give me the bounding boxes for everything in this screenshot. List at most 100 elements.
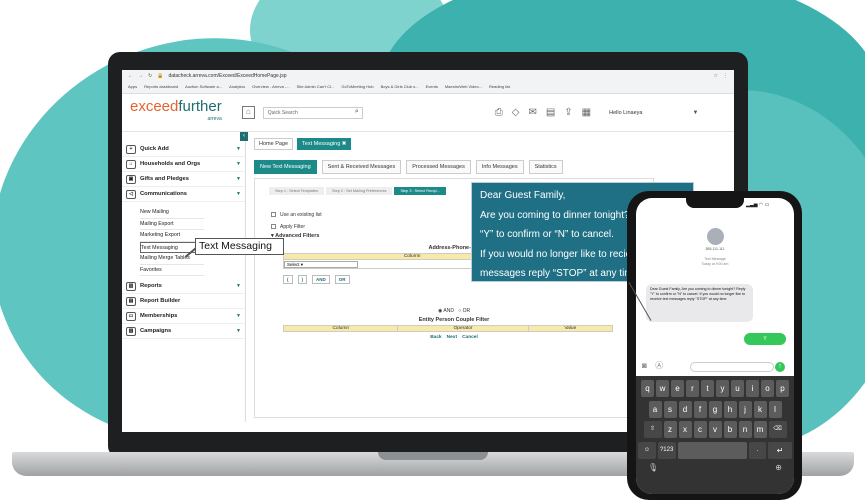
sidebar-item-households[interactable]: ⌂ Households and Orgs ▼ — [122, 157, 245, 172]
wizard-step[interactable]: Step 3 : Select Recipi... — [394, 187, 446, 195]
submenu-favorites[interactable]: Favorites — [140, 265, 204, 276]
sidebar-item-reports[interactable]: ▥ Reports ▼ — [122, 279, 245, 294]
sidebar-item-memberships[interactable]: ▭ Memberships ▼ — [122, 309, 245, 324]
next-button[interactable]: Next — [447, 335, 457, 340]
sidebar-item-gifts[interactable]: ▣ Gifts and Pledges ▼ — [122, 172, 245, 187]
key[interactable]: k — [753, 400, 767, 418]
close-icon[interactable]: ✖ — [342, 141, 347, 147]
sidebar-item-campaigns[interactable]: ▧ Campaigns ▼ — [122, 324, 245, 339]
key[interactable]: f — [693, 400, 707, 418]
subtab-processed[interactable]: Processed Messages — [406, 160, 471, 174]
upload-icon[interactable]: ⇪ — [564, 107, 572, 118]
camera-icon[interactable]: ◙ — [642, 361, 647, 370]
sidebar-item-report-builder[interactable]: ▤ Report Builder — [122, 294, 245, 309]
key[interactable]: a — [648, 400, 662, 418]
bookmark[interactable]: GoToMeeting Hub — [341, 84, 373, 89]
key[interactable]: y — [716, 380, 729, 397]
logo[interactable]: exceedfurther arreva — [130, 99, 222, 126]
space-key[interactable] — [677, 441, 747, 459]
document-icon[interactable]: ▤ — [546, 107, 555, 118]
bookmark[interactable]: Reports dashboard — [144, 84, 178, 89]
submenu-mailing-export[interactable]: Mailing Export — [140, 219, 204, 230]
or-button[interactable]: OR — [334, 275, 350, 284]
subtab-new-text-messaging[interactable]: New Text Messaging — [254, 160, 317, 174]
key[interactable]: t — [701, 380, 714, 397]
key[interactable]: m — [753, 421, 767, 438]
tab-text-messaging[interactable]: Text Messaging ✖ — [297, 138, 352, 150]
tab-home-page[interactable]: Home Page — [254, 138, 294, 150]
key[interactable]: l — [768, 400, 782, 418]
open-paren-button[interactable]: ( — [283, 275, 293, 284]
user-greeting[interactable]: Hello Linaeya — [609, 110, 642, 116]
home-icon[interactable]: ⌂ — [241, 106, 255, 119]
message-input[interactable] — [690, 362, 774, 372]
and-or-radio[interactable]: ◉ AND ○ OR — [255, 308, 653, 314]
forward-icon[interactable]: → — [138, 73, 143, 79]
globe-icon[interactable]: ⊕ — [775, 463, 782, 472]
bookmark[interactable]: Site Admin Can't Cl... — [297, 84, 335, 89]
key[interactable]: v — [708, 421, 722, 438]
shift-icon[interactable]: ⇧ — [643, 421, 662, 438]
microphone-icon[interactable]: 🎙 — [648, 463, 658, 472]
wizard-step[interactable]: Step 2 : Set Mailing Preferences — [326, 187, 393, 195]
wizard-step[interactable]: Step 1 : Select Templates — [269, 187, 324, 195]
envelope-icon[interactable]: ✉ — [528, 107, 536, 118]
key[interactable]: r — [686, 380, 699, 397]
bookmark[interactable]: Auction Software a... — [185, 84, 222, 89]
back-icon[interactable]: ← — [128, 73, 133, 79]
calendar-icon[interactable]: ▦ — [582, 107, 591, 118]
subtab-info-messages[interactable]: Info Messages — [475, 160, 524, 174]
chevron-down-icon[interactable]: ▼ — [692, 110, 698, 116]
apps-icon[interactable]: Ⓐ — [655, 361, 663, 370]
key[interactable]: u — [731, 380, 744, 397]
submenu-new-mailing[interactable]: New Mailing — [140, 207, 204, 219]
subtab-statistics[interactable]: Statistics — [528, 160, 563, 174]
and-button[interactable]: AND — [312, 275, 330, 284]
collapse-sidebar-icon[interactable]: ‹ — [240, 132, 248, 141]
emoji-icon[interactable]: ☺ — [638, 441, 656, 459]
bookmark[interactable]: Events — [426, 84, 438, 89]
return-icon[interactable]: ↵ — [768, 441, 792, 459]
key[interactable]: d — [678, 400, 692, 418]
bookmark[interactable]: MaestroWeb Video... — [445, 84, 482, 89]
column-select[interactable]: Select ▾ — [284, 260, 358, 268]
star-icon[interactable]: ☆ — [714, 73, 718, 79]
backspace-icon[interactable]: ⌫ — [768, 421, 787, 438]
key[interactable]: q — [641, 380, 654, 397]
search-icon[interactable]: ⌕ — [355, 108, 359, 116]
key[interactable]: p — [776, 380, 789, 397]
key[interactable]: c — [693, 421, 707, 438]
menu-icon[interactable]: ⋮ — [723, 73, 728, 79]
reload-icon[interactable]: ↻ — [148, 73, 152, 79]
bookmark[interactable]: Analytics — [229, 84, 245, 89]
bookmark[interactable]: Overview - Arreva -... — [252, 84, 290, 89]
sidebar-item-quick-add[interactable]: + Quick Add ▼ — [122, 142, 245, 157]
bookmark[interactable]: Reading list — [489, 84, 510, 89]
print-icon[interactable]: ⎙ — [495, 107, 503, 118]
key[interactable]: z — [663, 421, 677, 438]
bookmark[interactable]: Apps — [128, 84, 137, 89]
key[interactable]: o — [761, 380, 774, 397]
key[interactable]: h — [723, 400, 737, 418]
key[interactable]: g — [708, 400, 722, 418]
key[interactable]: j — [738, 400, 752, 418]
period-key[interactable]: . — [748, 441, 767, 459]
sidebar-item-communications[interactable]: ◁ Communications ▼ — [122, 187, 245, 202]
tag-icon[interactable]: ◇ — [512, 107, 520, 118]
subtab-sent-received[interactable]: Sent & Received Messages — [321, 160, 402, 174]
send-icon[interactable]: ↑ — [775, 362, 785, 372]
cancel-button[interactable]: Cancel — [462, 335, 478, 340]
search-input[interactable]: Quick Search ⌕ — [262, 106, 363, 119]
numbers-key[interactable]: ?123 — [657, 441, 676, 459]
address-bar[interactable]: datacheck.arreva.com/Exceed/ExceedHomePa… — [168, 73, 708, 79]
back-button[interactable]: Back — [430, 335, 441, 340]
key[interactable]: e — [671, 380, 684, 397]
close-paren-button[interactable]: ) — [297, 275, 307, 284]
key[interactable]: s — [663, 400, 677, 418]
key[interactable]: x — [678, 421, 692, 438]
key[interactable]: n — [738, 421, 752, 438]
bookmark[interactable]: Boys & Girls Club o... — [381, 84, 419, 89]
key[interactable]: w — [656, 380, 669, 397]
key[interactable]: i — [746, 380, 759, 397]
key[interactable]: b — [723, 421, 737, 438]
